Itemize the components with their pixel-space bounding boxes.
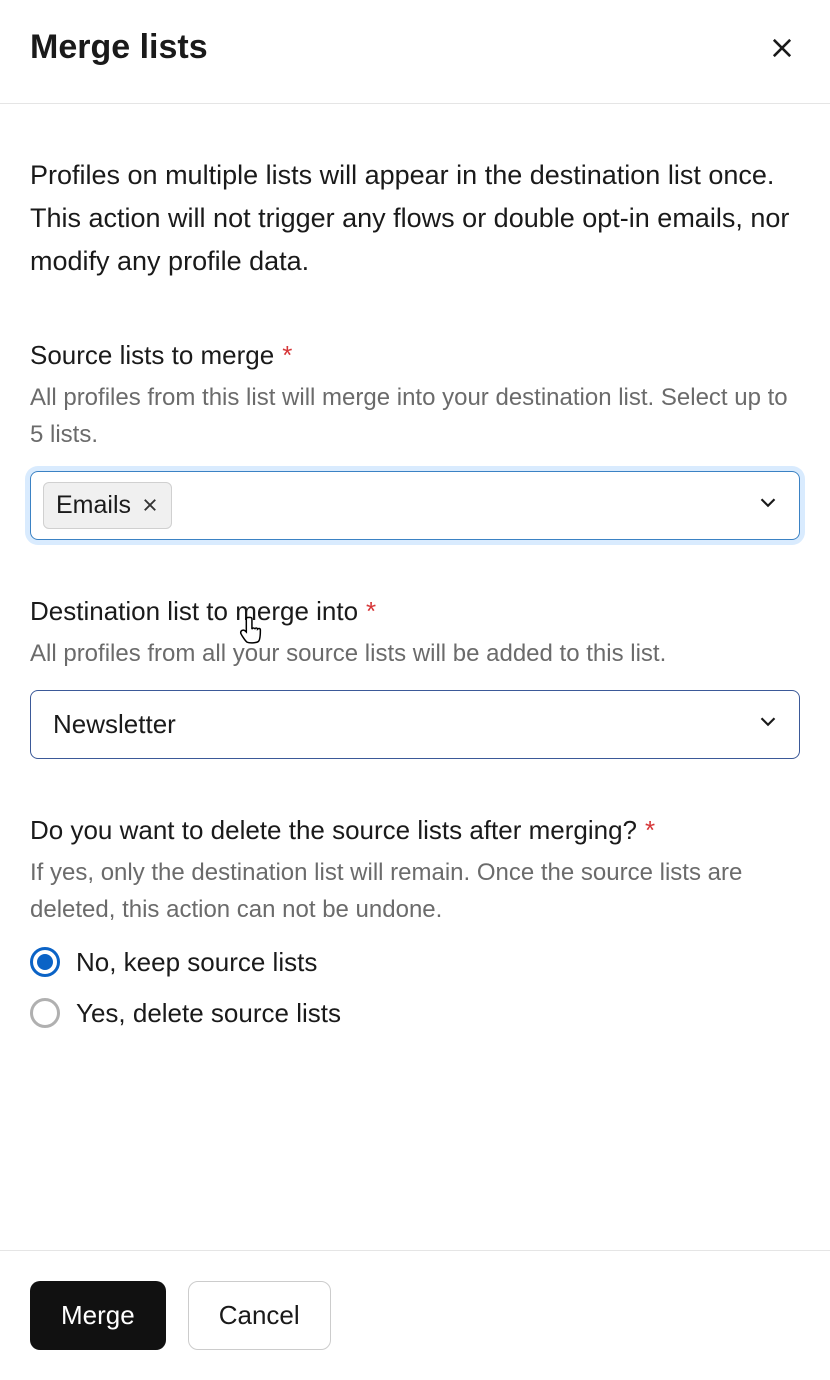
dialog-body: Profiles on multiple lists will appear i… — [0, 104, 830, 1250]
destination-help-text: All profiles from all your source lists … — [30, 635, 800, 672]
source-label-text: Source lists to merge — [30, 340, 274, 371]
delete-source-label: Do you want to delete the source lists a… — [30, 815, 800, 846]
dialog-description: Profiles on multiple lists will appear i… — [30, 154, 800, 284]
chevron-down-icon — [755, 708, 781, 741]
remove-icon — [141, 496, 159, 514]
merge-button[interactable]: Merge — [30, 1281, 166, 1350]
delete-source-label-text: Do you want to delete the source lists a… — [30, 815, 637, 846]
radio-no-keep[interactable]: No, keep source lists — [30, 947, 800, 978]
source-chip-label: Emails — [56, 491, 131, 520]
radio-yes-delete[interactable]: Yes, delete source lists — [30, 998, 800, 1029]
destination-select[interactable]: Newsletter — [30, 690, 800, 759]
source-lists-multiselect[interactable]: Emails — [30, 471, 800, 540]
chip-remove-button[interactable] — [141, 496, 159, 514]
delete-source-radio-group: No, keep source lists Yes, delete source… — [30, 947, 800, 1029]
radio-indicator-checked — [30, 947, 60, 977]
close-button[interactable] — [764, 30, 800, 66]
dialog-title: Merge lists — [30, 28, 208, 67]
required-indicator: * — [645, 815, 655, 846]
source-help-text: All profiles from this list will merge i… — [30, 379, 800, 453]
radio-yes-label: Yes, delete source lists — [76, 998, 341, 1029]
source-label: Source lists to merge * — [30, 340, 800, 371]
dialog-footer: Merge Cancel — [0, 1250, 830, 1380]
source-field-group: Source lists to merge * All profiles fro… — [30, 340, 800, 540]
chevron-down-icon — [755, 490, 781, 521]
close-icon — [768, 34, 796, 62]
destination-label: Destination list to merge into * — [30, 596, 800, 627]
delete-source-help-text: If yes, only the destination list will r… — [30, 854, 800, 928]
cancel-button[interactable]: Cancel — [188, 1281, 331, 1350]
destination-field-group: Destination list to merge into * All pro… — [30, 596, 800, 759]
required-indicator: * — [366, 596, 376, 627]
destination-select-value: Newsletter — [53, 709, 176, 740]
source-chip: Emails — [43, 482, 172, 529]
radio-no-label: No, keep source lists — [76, 947, 317, 978]
dialog-header: Merge lists — [0, 0, 830, 104]
required-indicator: * — [282, 340, 292, 371]
radio-indicator-unchecked — [30, 998, 60, 1028]
delete-source-field-group: Do you want to delete the source lists a… — [30, 815, 800, 1028]
destination-label-text: Destination list to merge into — [30, 596, 358, 627]
radio-inner-dot — [37, 954, 53, 970]
